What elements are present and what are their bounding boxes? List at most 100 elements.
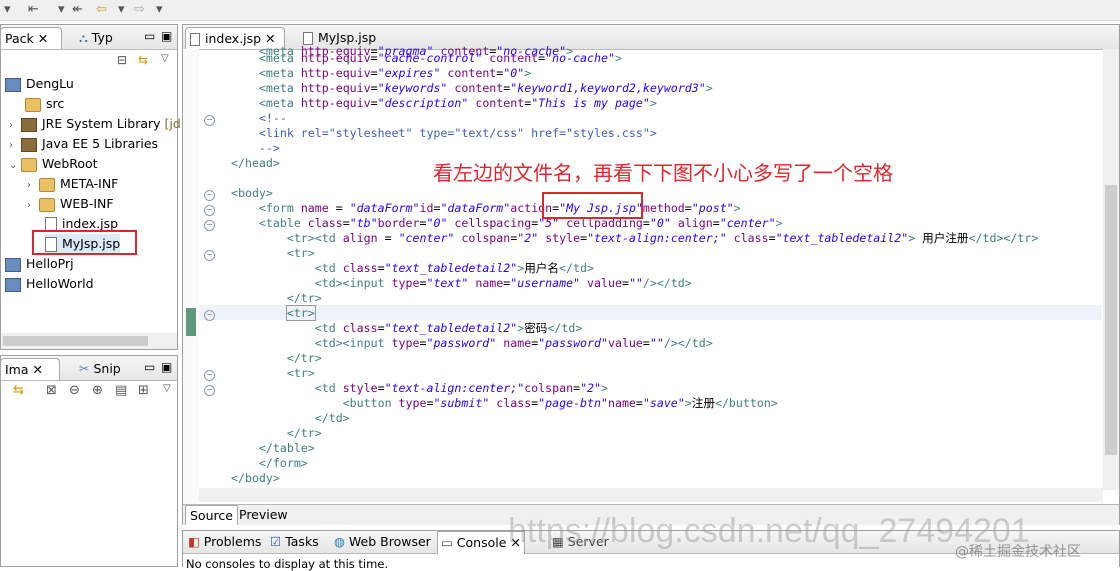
collapsed-arrow-icon[interactable]: › [27,196,39,216]
vertical-scrollbar[interactable] [1103,49,1119,490]
tab-package-explorer[interactable]: Pack ✕ [0,27,62,49]
fold-icon[interactable]: − [204,220,215,231]
library-icon [21,137,37,152]
code-line: <td><input type="text" name="username" v… [314,276,692,290]
tab-type-hierarchy[interactable]: ⛬ Typ [75,27,117,48]
change-marker [186,308,196,336]
project-icon [5,257,21,272]
fold-icon[interactable]: − [204,310,215,321]
console-icon: ▭ [441,535,453,550]
zoom-out-icon[interactable]: ⊖ [69,383,80,398]
actual-size-icon[interactable]: ▤ [115,383,127,398]
main-toolbar: ▾ ⇤ ▾ ↞ ⇦ ▾ ⇨ ▾ [0,0,1120,21]
tree-item-webroot[interactable]: ⌄ WebRoot [9,154,98,174]
package-explorer: Pack ✕ ⛬ Typ ▭ ▣ ⊟ ⇆ ▽ DengLu src › JRE S… [0,24,188,350]
sync-icon[interactable]: ⇆ [13,383,24,398]
collapsed-arrow-icon[interactable]: › [9,116,21,136]
link-with-editor-icon[interactable]: ⇆ [138,53,148,67]
code-line: <meta http-equiv="cache-control" content… [258,51,622,65]
code-line: <button type="submit" class="page-btn"na… [342,396,778,410]
expanded-arrow-icon[interactable]: ⌄ [9,156,21,176]
editor-horizontal-scrollbar[interactable] [199,488,1103,502]
zoom-in-icon[interactable]: ⊕ [92,383,103,398]
minimize-icon[interactable]: ▭ [144,29,155,43]
tree-item-jre[interactable]: › JRE System Library [jdk [9,114,188,134]
maximize-icon[interactable]: ▣ [161,360,172,374]
tab-image[interactable]: Ima ✕ [0,358,60,380]
highlight-box-file [32,230,137,255]
console-message: No consoles to display at this time. [186,557,389,571]
horizontal-scrollbar[interactable] [1,333,177,349]
tab-source[interactable]: Source [185,505,238,525]
hierarchy-icon: ⛬ [79,30,88,45]
source-folder-icon [25,97,41,112]
code-line: --> [258,141,280,155]
watermark: https://blog.csdn.net/qq_27494201 [508,512,1030,550]
forward-dropdown-icon[interactable]: ▾ [156,2,163,17]
toolbar-nav-icon[interactable]: ⇤ [28,2,39,17]
tab-web-browser[interactable]: ◍ Web Browser [331,531,434,553]
problems-icon: ◧ [188,534,200,549]
code-line: <tr> [285,305,316,321]
image-toolbar: ⇆ ⊠ ⊖ ⊕ ▤ ⊞ ▽ [11,383,176,401]
current-line-highlight [199,305,1102,320]
tree-item-javaee[interactable]: › Java EE 5 Libraries [9,134,158,154]
code-line: <form name = "dataForm"id="dataForm"acti… [258,201,741,215]
back-dropdown-icon[interactable]: ▾ [118,2,125,17]
forward-arrow-icon[interactable]: ⇨ [134,2,145,17]
scrollbar-thumb[interactable] [3,336,148,346]
snippet-icon: ✂ [79,361,90,376]
fold-icon[interactable]: − [204,385,215,396]
collapsed-arrow-icon[interactable]: › [27,176,39,196]
code-line: <table class="tb"border="0" cellspacing=… [258,216,783,230]
tree-item-helloprj[interactable]: HelloPrj [5,254,74,274]
history-icon[interactable]: ↞ [72,2,83,17]
back-arrow-icon[interactable]: ⇦ [96,2,107,17]
dropdown-icon[interactable]: ▾ [58,2,65,17]
view-menu-icon[interactable]: ▽ [161,53,169,64]
tree-item-helloworld[interactable]: HelloWorld [5,274,94,294]
collapse-all-icon[interactable]: ⊟ [117,53,127,67]
code-line: <td><input type="password" name="passwor… [314,336,713,350]
library-icon [21,117,37,132]
view-toolbar: ⊟ ⇆ ▽ [113,53,173,69]
tasks-icon: ☑ [270,534,282,549]
fold-icon[interactable]: − [204,190,215,201]
highlight-box-action [542,192,643,219]
tab-preview[interactable]: Preview [235,505,292,524]
tree-item-denglu[interactable]: DengLu [5,74,74,94]
folder-icon [39,177,55,192]
code-line: <link rel="stylesheet" type="text/css" h… [258,126,657,140]
code-line: <td class="text_tabledetail2">密码</td> [314,321,583,335]
tree-item-web-inf[interactable]: › WEB-INF [27,194,114,214]
code-line: <td style="text-align:center;"colspan="2… [314,381,608,395]
code-line: </table> [258,441,315,455]
tab-snippets[interactable]: ✂ Snip [75,358,125,379]
fold-icon[interactable]: − [204,115,215,126]
fit-image-icon[interactable]: ⊠ [46,383,57,398]
code-line: <meta http-equiv="keywords" content="key… [258,81,713,95]
code-line: </head> [231,156,280,170]
scrollbar-thumb[interactable] [1105,185,1117,455]
view-menu-icon[interactable]: ▽ [163,383,171,394]
code-line: <meta http-equiv="expires" content="0"> [258,66,532,80]
toolbar-back-icon[interactable]: ▾ [4,2,11,17]
image-panel: Ima ✕ ✂ Snip ▭ ▣ ⇆ ⊠ ⊖ ⊕ ▤ ⊞ ▽ [0,355,178,567]
code-line: <tr><td align = "center" colspan="2" sty… [286,231,1039,245]
close-icon[interactable]: ✕ [38,31,48,46]
tree-item-src[interactable]: src [25,94,64,114]
minimize-icon[interactable]: ▭ [144,360,155,374]
maximize-icon[interactable]: ▣ [161,29,172,43]
tab-problems[interactable]: ◧ Problems [185,531,264,553]
project-icon [5,277,21,292]
fold-icon[interactable]: − [204,370,215,381]
code-line: </form> [258,456,308,470]
tree-item-meta-inf[interactable]: › META-INF [27,174,118,194]
tab-tasks[interactable]: ☑ Tasks [267,531,322,553]
fold-icon[interactable]: − [204,205,215,216]
fold-icon[interactable]: − [204,250,215,261]
fit-window-icon[interactable]: ⊞ [138,383,149,398]
jsp-file-icon [190,33,200,46]
close-icon[interactable]: ✕ [33,362,43,377]
collapsed-arrow-icon[interactable]: › [9,136,21,156]
